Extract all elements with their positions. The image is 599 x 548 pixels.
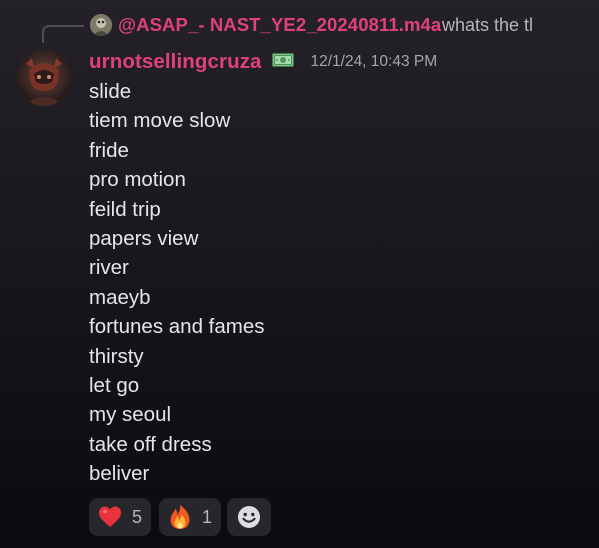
reply-preview-text[interactable]: whats the tl [442, 15, 533, 36]
message-line: take off dress [89, 432, 212, 456]
message-line: river [89, 256, 129, 280]
money-badge-icon[interactable] [272, 53, 295, 67]
reaction-count: 1 [202, 507, 213, 527]
reply-username[interactable]: @ASAP_- NAST_YE2_20240811.m4a [118, 14, 441, 36]
reaction-count: 5 [132, 507, 143, 527]
message-line: slide [89, 80, 132, 103]
smiley-icon [237, 505, 261, 529]
reaction-heart[interactable]: 5 [89, 498, 151, 536]
message-line: let go [89, 374, 140, 398]
message-line: maeyb [89, 285, 151, 309]
message-content: slide tiem move slow fride pro motion fe… [89, 77, 265, 489]
chat-message: @ASAP_- NAST_YE2_20240811.m4a whats the … [0, 0, 599, 548]
reply-connector [42, 25, 84, 43]
reaction-fire[interactable]: 1 [159, 498, 221, 536]
author-avatar[interactable] [16, 50, 72, 106]
message-line: tiem move slow [89, 109, 231, 133]
add-reaction-button[interactable] [227, 498, 271, 536]
message-line: beliver [89, 462, 150, 486]
message-line: feild trip [89, 197, 161, 221]
message-timestamp[interactable]: 12/1/24, 10:43 PM [310, 53, 437, 70]
message-header: urnotsellingcruza 12/1/24, 10:43 PM [89, 50, 437, 74]
message-line: pro motion [89, 168, 186, 192]
reply-avatar-icon[interactable] [90, 14, 112, 36]
message-line: thirsty [89, 344, 144, 368]
message-line: fride [89, 138, 129, 162]
message-line: my seoul [89, 403, 172, 427]
heart-icon [97, 504, 123, 530]
fire-icon [167, 504, 193, 530]
reply-reference[interactable]: @ASAP_- NAST_YE2_20240811.m4a whats the … [42, 12, 599, 43]
message-line: fortunes and fames [89, 315, 265, 339]
message-line: papers view [89, 227, 199, 251]
author-username[interactable]: urnotsellingcruza [89, 50, 262, 73]
